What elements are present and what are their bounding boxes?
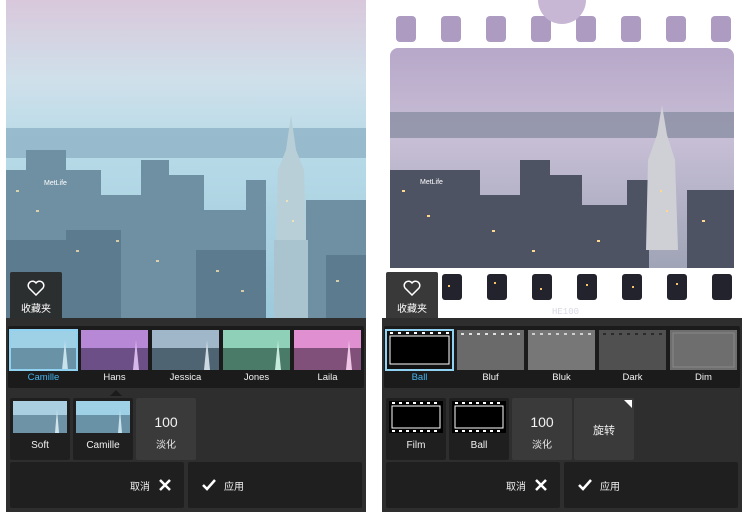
cancel-label: 取消 [506, 481, 526, 493]
close-icon [535, 479, 547, 491]
apply-label: 应用 [224, 481, 244, 493]
rotate-button[interactable]: 旋转 [574, 398, 634, 460]
svg-text:MetLife: MetLife [44, 180, 67, 187]
check-icon [578, 479, 592, 491]
favorites-button[interactable]: 收藏夹 [10, 272, 62, 322]
applied-filter-camille[interactable]: Camille [73, 398, 133, 460]
photo-preview: MetLife [6, 0, 366, 318]
photo-preview-framed: MetLife HE100 [382, 0, 742, 318]
check-icon [202, 479, 216, 491]
fade-value: 100 [154, 414, 178, 430]
applied-filter-soft[interactable]: Soft [10, 398, 70, 460]
svg-text:MetLife: MetLife [420, 179, 443, 186]
selection-pointer [110, 390, 122, 396]
frame-thumb-ball[interactable]: Ball [385, 329, 454, 384]
corner-indicator-icon [624, 400, 632, 408]
bottom-controls: Camille Hans Jessica Jones Laila Soft Ca… [6, 318, 366, 512]
frame-thumb-bluf[interactable]: Bluf [457, 330, 524, 384]
frame-thumb-bluk[interactable]: Bluk [528, 330, 595, 384]
filter-thumb-laila[interactable]: Laila [294, 330, 361, 384]
frame-screen-right: MetLife HE100 收藏夹 Ball Bluf Bluk Dark Di… [382, 0, 742, 512]
film-code-text: HE100 [552, 307, 579, 317]
heart-icon [403, 280, 421, 296]
fade-control[interactable]: 100 淡化 [512, 398, 572, 460]
fade-label: 淡化 [156, 440, 176, 451]
filter-strip[interactable]: Camille Hans Jessica Jones Laila [8, 326, 364, 388]
fade-value: 100 [530, 414, 554, 430]
apply-button[interactable]: 应用 [564, 462, 738, 508]
favorites-button[interactable]: 收藏夹 [386, 272, 438, 322]
filter-thumb-camille[interactable]: Camille [9, 329, 78, 384]
frame-thumb-dim[interactable]: Dim [670, 330, 737, 384]
cancel-button[interactable]: 取消 [10, 462, 184, 508]
favorites-label: 收藏夹 [21, 303, 51, 315]
apply-label: 应用 [600, 481, 620, 493]
filter-thumb-jones[interactable]: Jones [223, 330, 290, 384]
fade-label: 淡化 [532, 440, 552, 451]
filter-thumb-hans[interactable]: Hans [81, 330, 148, 384]
close-icon [159, 479, 171, 491]
rotate-label: 旋转 [593, 425, 615, 437]
cancel-label: 取消 [130, 481, 150, 493]
applied-frame-ball[interactable]: Ball [449, 398, 509, 460]
bottom-controls: Ball Bluf Bluk Dark Dim Film Ball 100 淡化… [382, 318, 742, 512]
fade-control[interactable]: 100 淡化 [136, 398, 196, 460]
filter-screen-left: MetLife 收藏夹 Camille Hans Jessica Jones L… [6, 0, 366, 512]
heart-icon [27, 280, 45, 296]
apply-button[interactable]: 应用 [188, 462, 362, 508]
cancel-button[interactable]: 取消 [386, 462, 560, 508]
frame-thumb-dark[interactable]: Dark [599, 330, 666, 384]
applied-frame-film[interactable]: Film [386, 398, 446, 460]
frame-strip[interactable]: Ball Bluf Bluk Dark Dim [384, 326, 740, 388]
favorites-label: 收藏夹 [397, 303, 427, 315]
filter-thumb-jessica[interactable]: Jessica [152, 330, 219, 384]
